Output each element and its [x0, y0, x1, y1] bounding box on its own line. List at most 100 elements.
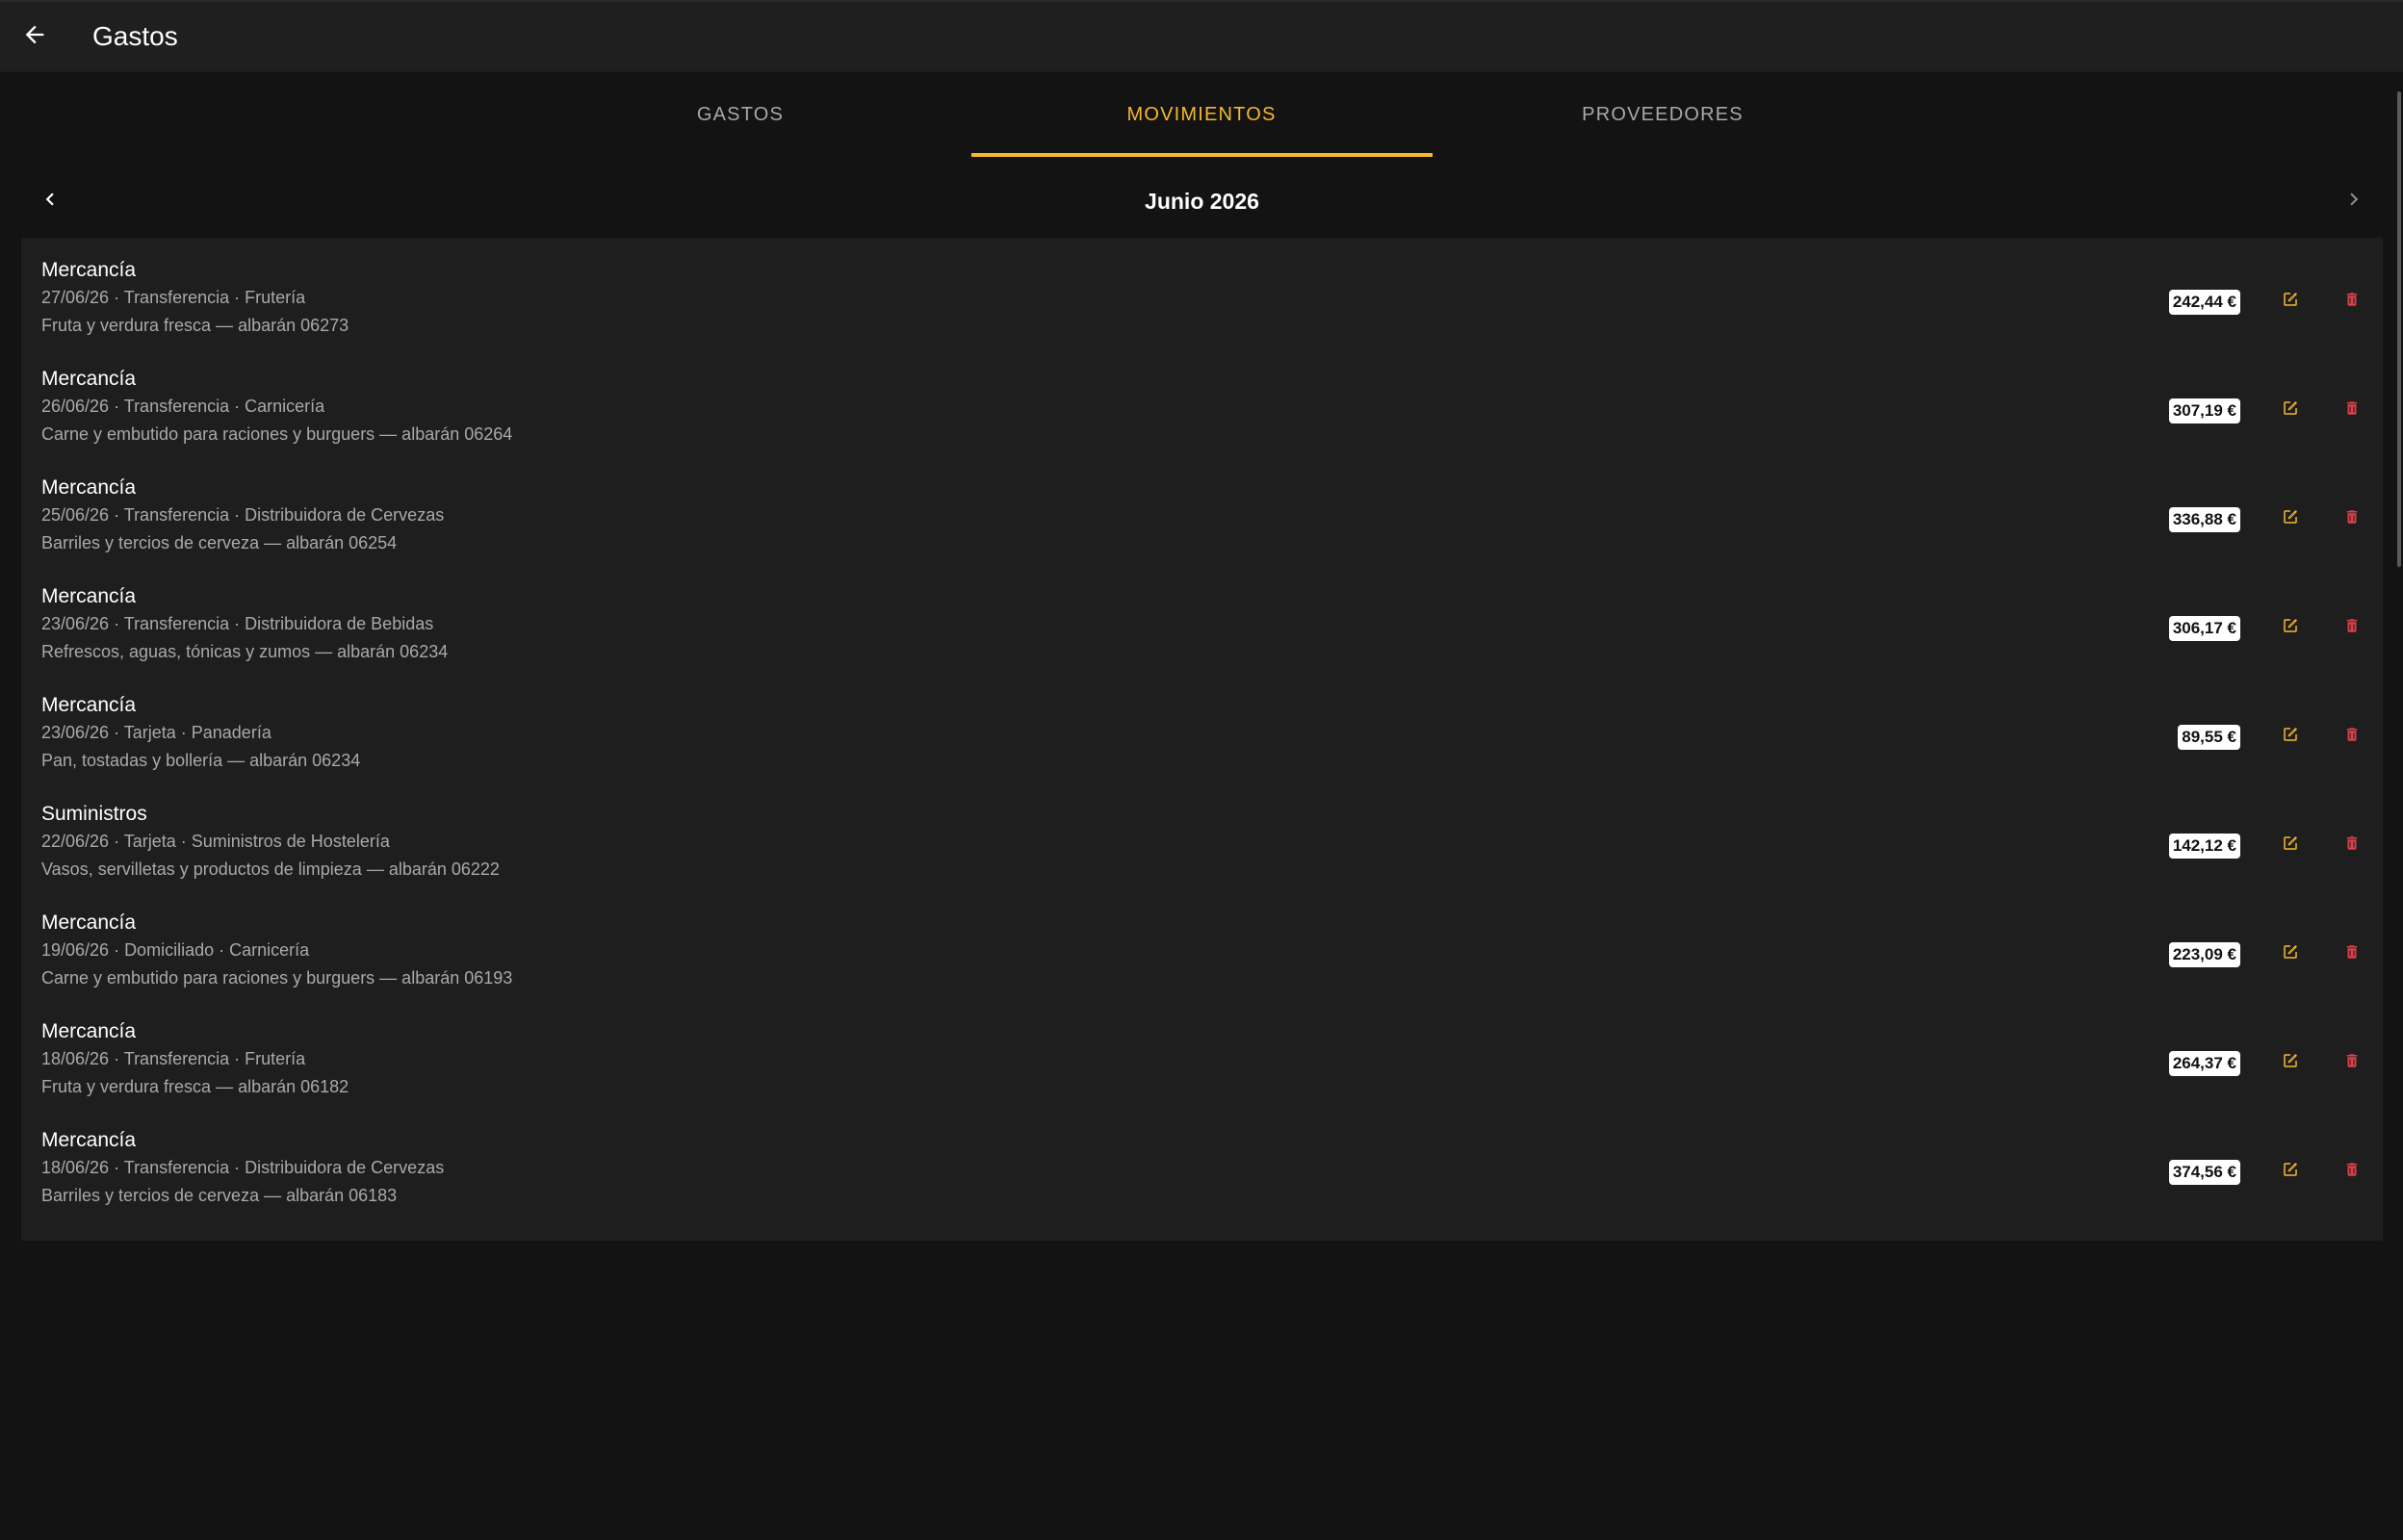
movement-meta: 23/06/26 · Tarjeta · Panadería [41, 723, 271, 742]
movement-description: Barriles y tercios de cerveza — albarán … [41, 1186, 398, 1205]
movement-title: Mercancía [41, 259, 137, 281]
tab-gastos[interactable]: GASTOS [510, 72, 971, 157]
movement-title: Mercancía [41, 911, 137, 934]
movement-title: Mercancía [41, 694, 137, 716]
edit-icon [2282, 943, 2299, 965]
arrow-back-icon [21, 21, 48, 53]
delete-button[interactable] [2321, 1033, 2383, 1094]
amount-badge: 89,55 € [2178, 724, 2240, 750]
list-item[interactable]: Mercancía 26/06/26 · Transferencia · Carn… [21, 356, 2383, 465]
movement-actions: 242,44 € [2168, 247, 2383, 356]
movement-actions: 374,56 € [2168, 1117, 2383, 1226]
trash-icon [2343, 617, 2361, 639]
tab-movimientos[interactable]: MOVIMIENTOS [970, 72, 1433, 157]
movement-meta: 18/06/26 · Transferencia · Frutería [41, 1049, 306, 1068]
edit-icon [2282, 617, 2299, 639]
edit-button[interactable] [2260, 706, 2321, 768]
movement-description: Fruta y verdura fresca — albarán 06273 [41, 316, 349, 335]
list-item[interactable]: Mercancía 23/06/26 · Tarjeta · Panadería P… [21, 682, 2383, 791]
delete-button[interactable] [2321, 489, 2383, 551]
movement-description: Carne y embutido para raciones y burguer… [41, 424, 513, 444]
chevron-left-icon [38, 187, 63, 217]
tab-proveedores[interactable]: PROVEEDORES [1433, 72, 1894, 157]
next-month-button[interactable] [2325, 172, 2383, 230]
edit-button[interactable] [2260, 489, 2321, 551]
movement-description: Fruta y verdura fresca — albarán 06182 [41, 1077, 349, 1096]
edit-button[interactable] [2260, 380, 2321, 442]
list-item[interactable]: Suministros 22/06/26 · Tarjeta · Suminist… [21, 791, 2383, 900]
movement-title: Suministros [41, 803, 147, 825]
list-item[interactable]: Mercancía 18/06/26 · Transferencia · Frut… [21, 1009, 2383, 1117]
movement-actions: 142,12 € [2168, 791, 2383, 900]
edit-button[interactable] [2260, 1033, 2321, 1094]
delete-button[interactable] [2321, 706, 2383, 768]
list-item[interactable]: Mercancía 25/06/26 · Transferencia · Dist… [21, 465, 2383, 574]
app-bar: Gastos [0, 2, 2403, 72]
trash-icon [2343, 1052, 2361, 1074]
movement-meta: 19/06/26 · Domiciliado · Carnicería [41, 940, 310, 960]
edit-icon [2282, 399, 2299, 422]
movement-description: Vasos, servilletas y productos de limpie… [41, 860, 500, 879]
edit-icon [2282, 508, 2299, 530]
movement-meta: 25/06/26 · Transferencia · Distribuidora… [41, 505, 445, 525]
movement-description: Refrescos, aguas, tónicas y zumos — alba… [41, 642, 449, 661]
amount-badge: 336,88 € [2168, 506, 2240, 532]
movement-actions: 223,09 € [2168, 900, 2383, 1009]
edit-button[interactable] [2260, 598, 2321, 659]
edit-button[interactable] [2260, 271, 2321, 333]
back-button[interactable] [0, 2, 69, 72]
list-item[interactable]: Mercancía 18/06/26 · Transferencia · Dist… [21, 1117, 2383, 1226]
movement-title: Mercancía [41, 585, 137, 607]
list-item[interactable]: Mercancía 23/06/26 · Transferencia · Dist… [21, 574, 2383, 682]
delete-button[interactable] [2321, 1142, 2383, 1203]
movement-meta: 23/06/26 · Transferencia · Distribuidora… [41, 614, 434, 633]
movement-actions: 264,37 € [2168, 1009, 2383, 1117]
page-title: Gastos [92, 21, 178, 51]
delete-button[interactable] [2321, 271, 2383, 333]
month-title: Junio 2026 [1145, 188, 1259, 214]
page: Gastos GASTOS MOVIMIENTOS PROVEEDORES Ju… [0, 0, 2403, 1540]
trash-icon [2343, 508, 2361, 530]
month-selector: Junio 2026 [21, 172, 2383, 230]
delete-button[interactable] [2321, 815, 2383, 877]
chevron-right-icon [2341, 187, 2366, 217]
movement-title: Mercancía [41, 1129, 137, 1151]
movement-title: Mercancía [41, 476, 137, 499]
amount-badge: 142,12 € [2168, 833, 2240, 859]
trash-icon [2343, 1161, 2361, 1183]
list-item[interactable]: Mercancía 27/06/26 · Transferencia · Frut… [21, 247, 2383, 356]
movement-description: Barriles y tercios de cerveza — albarán … [41, 533, 398, 552]
edit-icon [2282, 834, 2299, 857]
movement-description: Carne y embutido para raciones y burguer… [41, 968, 513, 988]
movement-title: Mercancía [41, 368, 137, 390]
amount-badge: 307,19 € [2168, 398, 2240, 424]
edit-button[interactable] [2260, 1142, 2321, 1203]
movement-title: Mercancía [41, 1020, 137, 1042]
scrollbar[interactable] [2391, 90, 2403, 1540]
edit-icon [2282, 1052, 2299, 1074]
delete-button[interactable] [2321, 380, 2383, 442]
movement-actions: 306,17 € [2168, 574, 2383, 682]
tab-bar: GASTOS MOVIMIENTOS PROVEEDORES [0, 72, 2403, 157]
previous-month-button[interactable] [21, 172, 79, 230]
trash-icon [2343, 291, 2361, 313]
movement-meta: 22/06/26 · Tarjeta · Suministros de Host… [41, 832, 390, 851]
movement-actions: 336,88 € [2168, 465, 2383, 574]
movement-meta: 27/06/26 · Transferencia · Frutería [41, 288, 306, 307]
edit-icon [2282, 291, 2299, 313]
trash-icon [2343, 399, 2361, 422]
movement-actions: 89,55 € [2178, 682, 2383, 791]
movement-actions: 307,19 € [2168, 356, 2383, 465]
edit-icon [2282, 1161, 2299, 1183]
list-item[interactable]: Mercancía 19/06/26 · Domiciliado · Carnic… [21, 900, 2383, 1009]
amount-badge: 242,44 € [2168, 289, 2240, 315]
delete-button[interactable] [2321, 598, 2383, 659]
amount-badge: 306,17 € [2168, 615, 2240, 641]
edit-button[interactable] [2260, 924, 2321, 986]
movement-meta: 26/06/26 · Transferencia · Carnicería [41, 397, 325, 416]
delete-button[interactable] [2321, 924, 2383, 986]
amount-badge: 223,09 € [2168, 941, 2240, 967]
scrollbar-thumb[interactable] [2397, 91, 2401, 567]
edit-button[interactable] [2260, 815, 2321, 877]
movement-description: Pan, tostadas y bollería — albarán 06234 [41, 751, 361, 770]
